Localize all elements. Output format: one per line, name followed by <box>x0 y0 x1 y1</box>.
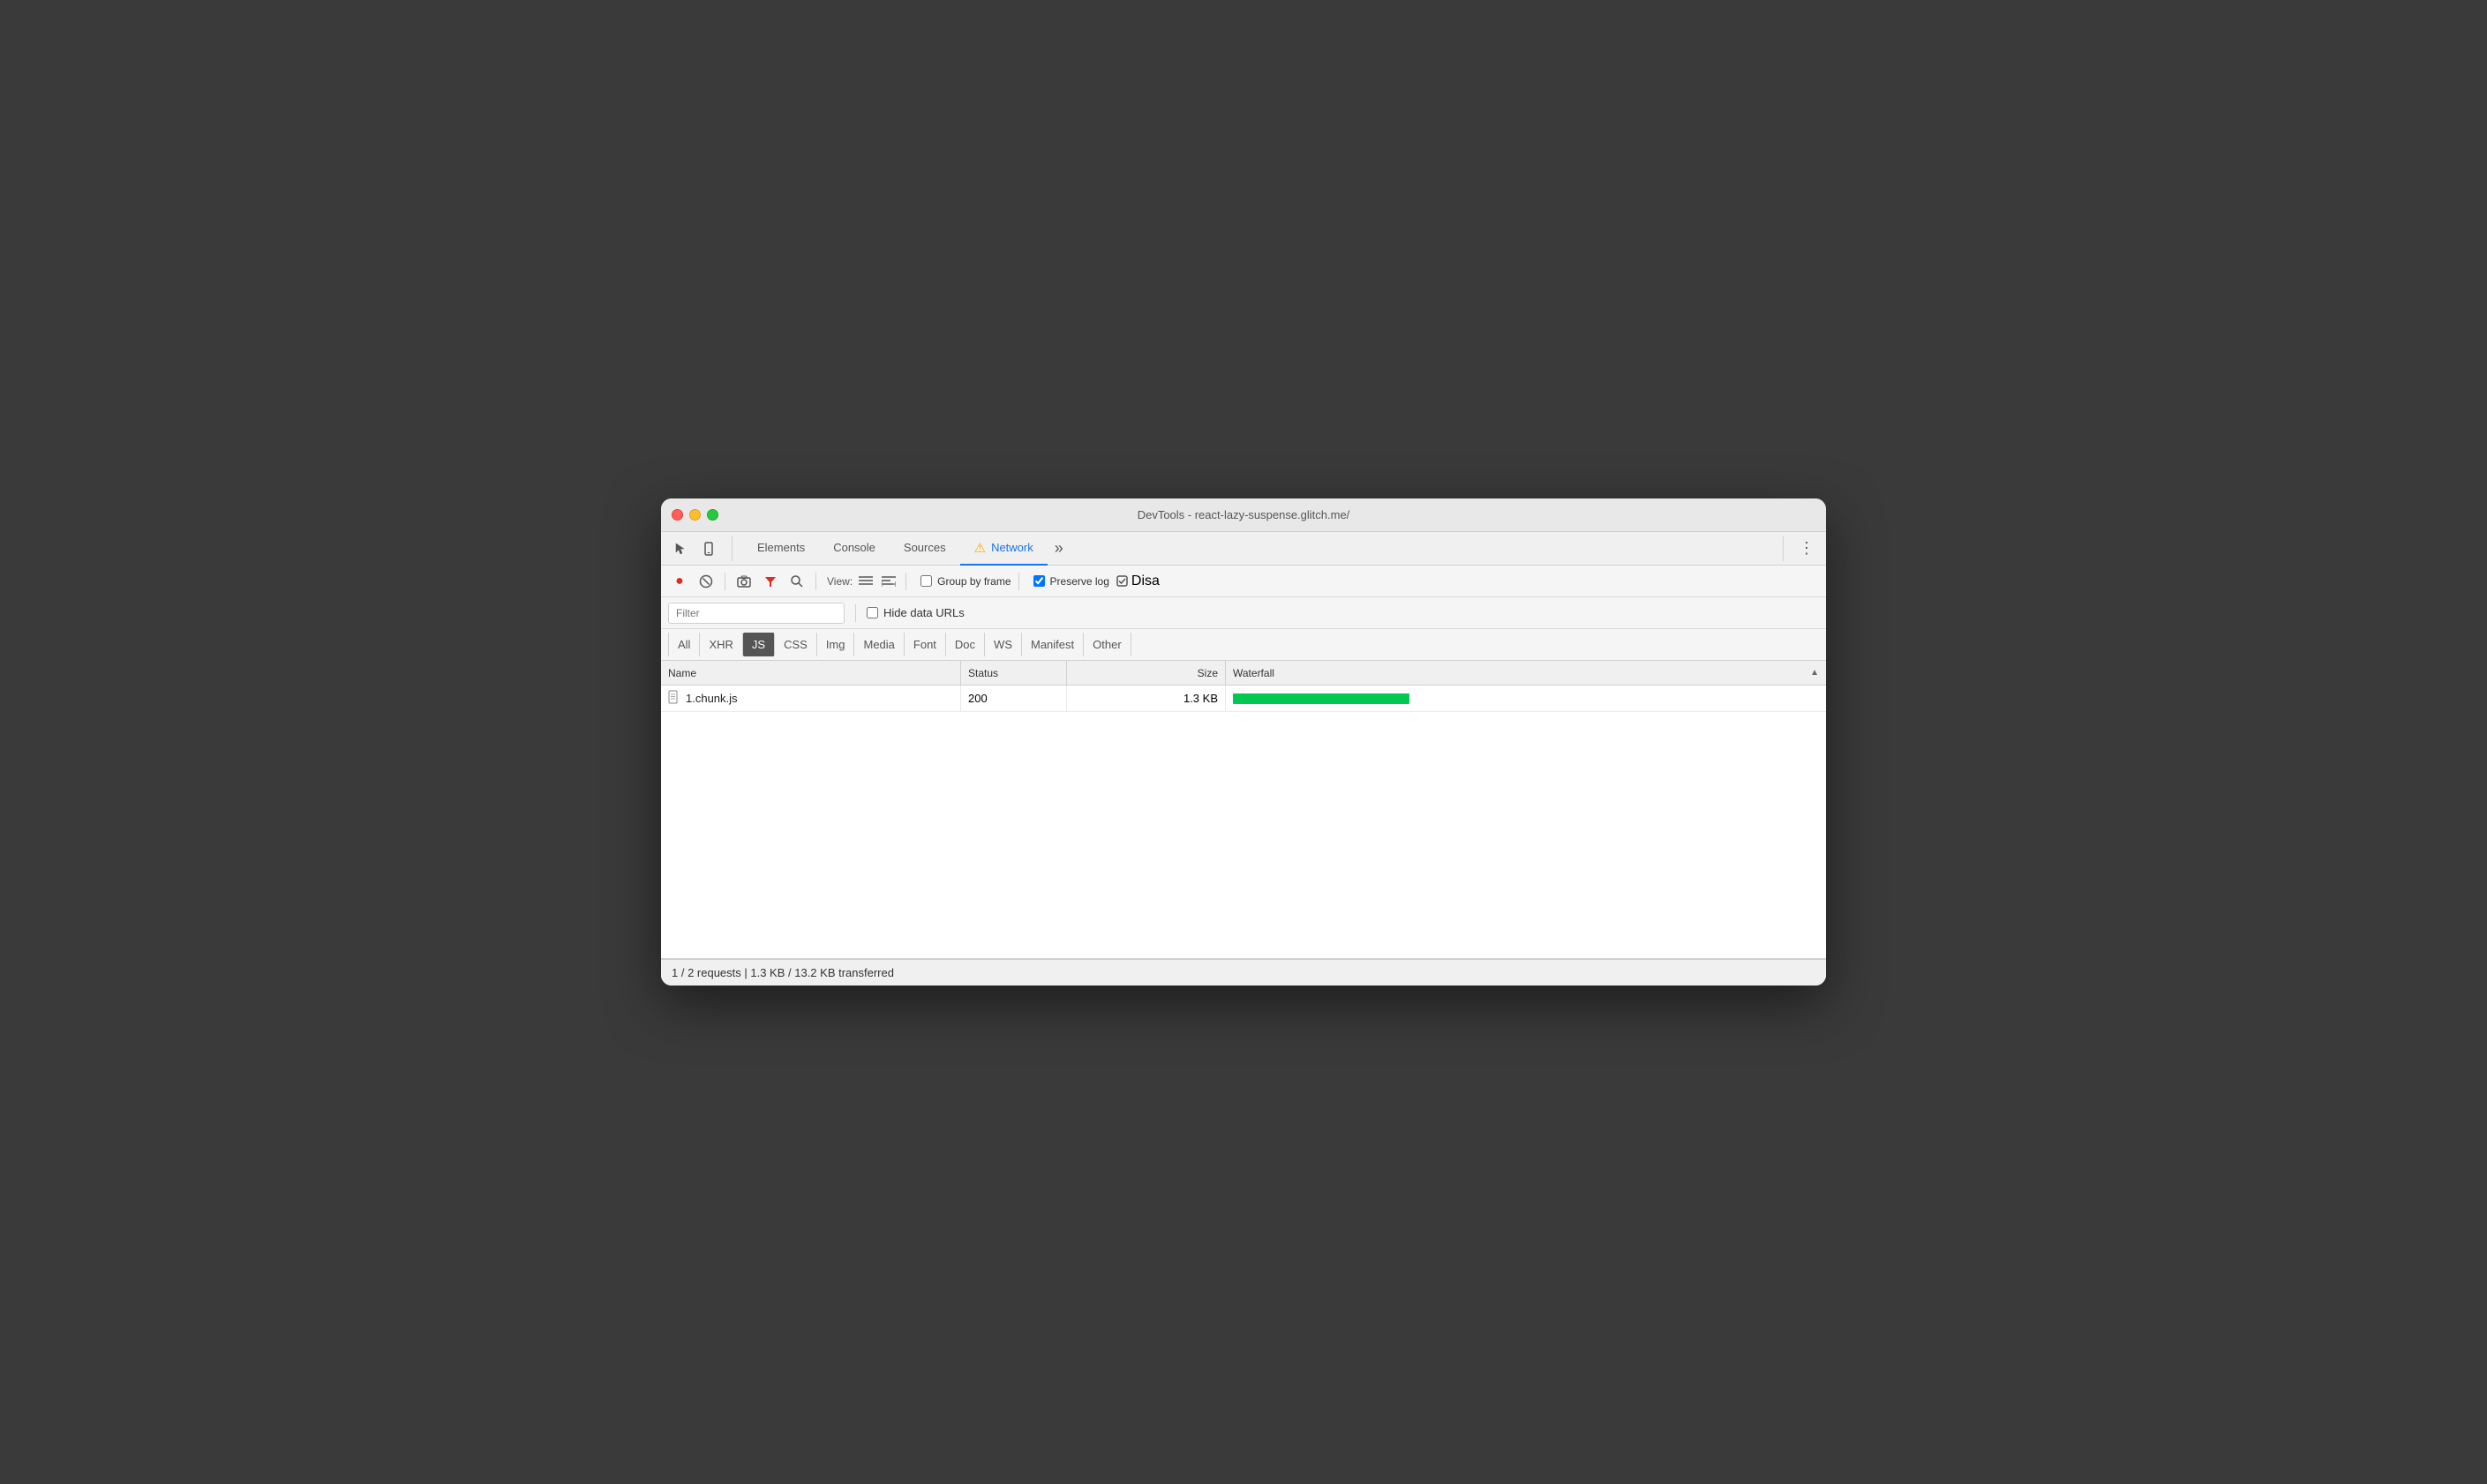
row-name-cell: 1.chunk.js <box>661 686 961 711</box>
col-header-name[interactable]: Name <box>661 661 961 685</box>
row-size-cell: 1.3 KB <box>1067 686 1226 711</box>
col-header-status[interactable]: Status <box>961 661 1067 685</box>
separator-3 <box>905 573 906 590</box>
sort-triangle-icon: ▲ <box>1810 668 1819 678</box>
maximize-button[interactable] <box>707 509 718 521</box>
filter-separator <box>855 604 856 622</box>
tab-elements-label: Elements <box>757 541 805 554</box>
col-header-size[interactable]: Size <box>1067 661 1226 685</box>
record-button[interactable]: ● <box>668 570 691 593</box>
col-size-label: Size <box>1198 667 1218 679</box>
type-filter-all[interactable]: All <box>668 633 700 656</box>
table-row[interactable]: 1.chunk.js 200 1.3 KB <box>661 686 1826 712</box>
devtools-panel: Elements Console Sources ⚠ Network » ⋮ <box>661 532 1826 986</box>
preserve-log-group: Preserve log <box>1033 575 1109 588</box>
tab-network[interactable]: ⚠ Network <box>960 532 1048 566</box>
col-header-waterfall[interactable]: Waterfall ▲ <box>1226 661 1826 685</box>
preserve-log-label[interactable]: Preserve log <box>1050 575 1109 588</box>
disable-cache-group: Disa <box>1116 573 1160 589</box>
more-options-button[interactable]: ⋮ <box>1794 536 1819 561</box>
window-title: DevTools - react-lazy-suspense.glitch.me… <box>1138 508 1350 521</box>
table-empty-area <box>661 712 1826 959</box>
row-waterfall-cell <box>1226 686 1826 711</box>
table-header: Name Status Size Waterfall ▲ <box>661 661 1826 686</box>
filter-input[interactable] <box>668 603 845 624</box>
row-status-value: 200 <box>968 692 988 705</box>
col-status-label: Status <box>968 667 998 679</box>
warning-icon: ⚠ <box>974 540 986 556</box>
type-filter-font[interactable]: Font <box>905 633 946 656</box>
separator-2 <box>815 573 816 590</box>
tab-bar: Elements Console Sources ⚠ Network » ⋮ <box>661 532 1826 566</box>
tab-bar-icons <box>668 536 733 561</box>
type-filter-doc[interactable]: Doc <box>946 633 985 656</box>
type-filter-ws[interactable]: WS <box>985 633 1022 656</box>
row-status-cell: 200 <box>961 686 1067 711</box>
type-filter-media[interactable]: Media <box>854 633 904 656</box>
cursor-icon[interactable] <box>668 536 693 561</box>
network-table: Name Status Size Waterfall ▲ <box>661 661 1826 959</box>
tabs-container: Elements Console Sources ⚠ Network » <box>743 532 1783 566</box>
disable-cache-label: Disa <box>1131 573 1160 589</box>
tab-more[interactable]: » <box>1048 532 1071 566</box>
separator-4 <box>1018 573 1019 590</box>
row-size-value: 1.3 KB <box>1183 692 1218 705</box>
close-button[interactable] <box>672 509 683 521</box>
filter-button[interactable] <box>759 570 782 593</box>
type-filter-css[interactable]: CSS <box>775 633 817 656</box>
tab-network-label: Network <box>991 541 1033 554</box>
hide-data-urls-checkbox[interactable] <box>867 607 878 618</box>
toolbar: ● <box>661 566 1826 597</box>
clear-button[interactable] <box>695 570 718 593</box>
search-button[interactable] <box>785 570 808 593</box>
type-filter-img[interactable]: Img <box>817 633 855 656</box>
view-label: View: <box>827 575 853 588</box>
type-filter-bar: All XHR JS CSS Img Media Font Doc WS Man… <box>661 629 1826 661</box>
row-filename: 1.chunk.js <box>686 692 738 705</box>
type-filter-other[interactable]: Other <box>1084 633 1131 656</box>
checkmark-icon <box>1116 575 1128 587</box>
device-icon[interactable] <box>696 536 721 561</box>
group-by-frame-label[interactable]: Group by frame <box>937 575 1011 588</box>
waterfall-bar <box>1233 693 1409 704</box>
tab-console[interactable]: Console <box>819 532 890 566</box>
tab-sources[interactable]: Sources <box>890 532 960 566</box>
hide-data-urls-label[interactable]: Hide data URLs <box>883 606 965 619</box>
status-text: 1 / 2 requests | 1.3 KB / 13.2 KB transf… <box>672 966 894 979</box>
preserve-log-checkbox[interactable] <box>1033 575 1045 587</box>
camera-button[interactable] <box>733 570 755 593</box>
type-filter-manifest[interactable]: Manifest <box>1022 633 1084 656</box>
group-by-frame-group: Group by frame <box>920 575 1011 588</box>
col-waterfall-label: Waterfall <box>1233 667 1274 679</box>
hide-data-urls-group: Hide data URLs <box>867 606 965 619</box>
title-bar: DevTools - react-lazy-suspense.glitch.me… <box>661 498 1826 532</box>
list-view-button[interactable] <box>856 572 875 591</box>
status-bar: 1 / 2 requests | 1.3 KB / 13.2 KB transf… <box>661 959 1826 986</box>
filter-bar: Hide data URLs <box>661 597 1826 629</box>
file-icon <box>668 690 680 707</box>
traffic-lights <box>672 509 718 521</box>
col-name-label: Name <box>668 667 696 679</box>
minimize-button[interactable] <box>689 509 701 521</box>
tab-elements[interactable]: Elements <box>743 532 819 566</box>
devtools-window: DevTools - react-lazy-suspense.glitch.me… <box>661 498 1826 986</box>
type-filter-js[interactable]: JS <box>743 633 775 656</box>
tab-bar-right: ⋮ <box>1783 536 1819 561</box>
group-by-frame-checkbox[interactable] <box>920 575 932 587</box>
tab-console-label: Console <box>833 541 875 554</box>
type-filter-xhr[interactable]: XHR <box>700 633 742 656</box>
tab-sources-label: Sources <box>904 541 946 554</box>
tab-more-label: » <box>1055 539 1063 558</box>
group-view-button[interactable] <box>879 572 898 591</box>
